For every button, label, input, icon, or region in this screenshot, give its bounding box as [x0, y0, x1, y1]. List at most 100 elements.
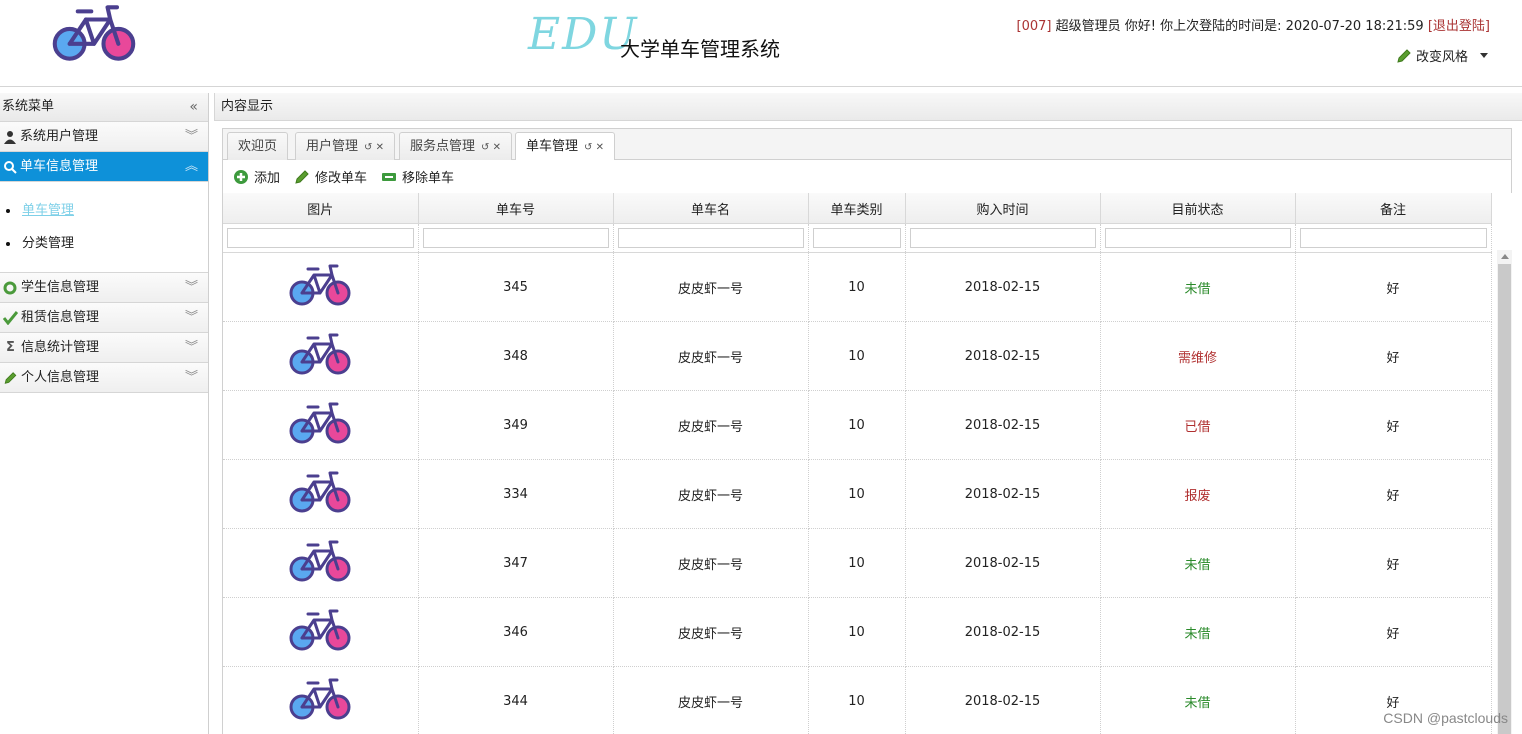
purchase-date-cell: 2018-02-15	[905, 666, 1101, 734]
bike-category-cell: 10	[808, 252, 906, 322]
bike-table: 图片 单车号 单车名 单车类别 购入时间 目前状态 备注 345 皮皮虾一号 10 2…	[223, 193, 1492, 734]
bike-category-cell: 10	[808, 390, 906, 460]
submenu-label[interactable]: 分类管理	[22, 227, 74, 260]
menu-bike-info[interactable]: 单车信息管理 ︽	[0, 152, 208, 182]
filter-input[interactable]	[422, 228, 609, 248]
change-style-dropdown[interactable]: 改变风格	[1396, 46, 1488, 65]
table-row[interactable]: 349 皮皮虾一号 10 2018-02-15 已借好	[223, 390, 1492, 460]
bike-image-cell	[223, 528, 419, 598]
table-row[interactable]: 344 皮皮虾一号 10 2018-02-15 未借好	[223, 666, 1492, 734]
bike-name-cell: 皮皮虾一号	[613, 528, 809, 598]
chevron-down-icon: ︾	[184, 370, 198, 385]
column-header[interactable]: 图片	[223, 193, 419, 224]
bike-image-cell	[223, 666, 419, 734]
content-header: 内容显示	[214, 93, 1522, 121]
sidebar-header: 系统菜单 «	[0, 93, 208, 122]
bike-name-cell: 皮皮虾一号	[613, 390, 809, 460]
filter-input[interactable]	[909, 228, 1096, 248]
table-row[interactable]: 348 皮皮虾一号 10 2018-02-15 需维修好	[223, 321, 1492, 391]
menu-label: 信息统计管理	[21, 340, 100, 355]
tab-refresh-close-icon[interactable]: ↺ ✕	[364, 142, 384, 153]
filter-cell	[223, 223, 419, 253]
menu-system-users[interactable]: 系统用户管理 ︾	[0, 122, 208, 152]
remove-bike-button[interactable]: 移除单车	[381, 167, 454, 186]
tab-welcome[interactable]: 欢迎页	[227, 132, 289, 160]
column-header[interactable]: 购入时间	[905, 193, 1101, 224]
bike-image-icon	[289, 333, 351, 375]
bullet-icon	[6, 208, 10, 213]
tab-users[interactable]: 用户管理 ↺ ✕	[295, 132, 395, 160]
filter-cell	[1295, 223, 1492, 253]
submenu-item-bike[interactable]: 单车管理	[6, 194, 208, 227]
scrollbar-thumb[interactable]	[1498, 264, 1511, 734]
status-cell: 未借	[1100, 597, 1296, 667]
submenu-item-category[interactable]: 分类管理	[6, 227, 208, 260]
system-title: 大学单车管理系统	[620, 37, 780, 61]
vertical-scrollbar[interactable]	[1497, 250, 1512, 734]
tab-bike-management[interactable]: 单车管理 ↺ ✕	[515, 132, 615, 162]
table-row[interactable]: 345 皮皮虾一号 10 2018-02-15 未借好	[223, 252, 1492, 322]
column-header[interactable]: 单车号	[418, 193, 614, 224]
note-cell: 好	[1295, 321, 1492, 391]
filter-input[interactable]	[1104, 228, 1291, 248]
filter-cell	[613, 223, 809, 253]
bike-image-icon	[289, 609, 351, 651]
add-label: 添加	[254, 171, 281, 186]
column-header[interactable]: 备注	[1295, 193, 1492, 224]
table-row[interactable]: 347 皮皮虾一号 10 2018-02-15 未借好	[223, 528, 1492, 598]
bullet-icon	[6, 241, 10, 246]
tab-refresh-close-icon[interactable]: ↺ ✕	[481, 142, 501, 153]
status-cell: 报废	[1100, 459, 1296, 529]
status-cell: 未借	[1100, 528, 1296, 598]
note-cell: 好	[1295, 597, 1492, 667]
chevron-up-icon: ︽	[184, 159, 198, 174]
bike-image-cell	[223, 321, 419, 391]
column-header[interactable]: 单车类别	[808, 193, 906, 224]
logout-link[interactable]: [退出登陆]	[1428, 19, 1490, 34]
filter-row	[223, 223, 1492, 253]
filter-input[interactable]	[812, 228, 901, 248]
tab-label: 用户管理	[306, 139, 359, 154]
column-header[interactable]: 目前状态	[1100, 193, 1296, 224]
menu-rental-info[interactable]: 租赁信息管理 ︾	[0, 303, 208, 333]
tab-service-points[interactable]: 服务点管理 ↺ ✕	[399, 132, 512, 160]
bike-image-cell	[223, 459, 419, 529]
bike-image-cell	[223, 390, 419, 460]
menu-statistics[interactable]: Σ 信息统计管理 ︾	[0, 333, 208, 363]
tab-label: 欢迎页	[238, 139, 278, 154]
bike-image-icon	[289, 540, 351, 582]
status-cell: 已借	[1100, 390, 1296, 460]
filter-input[interactable]	[617, 228, 804, 248]
filter-input[interactable]	[1299, 228, 1487, 248]
header-row: 图片 单车号 单车名 单车类别 购入时间 目前状态 备注	[223, 193, 1492, 224]
note-cell: 好	[1295, 252, 1492, 322]
bike-image-icon	[289, 678, 351, 720]
chevron-down-icon: ︾	[184, 280, 198, 295]
chevron-down-icon: ︾	[184, 310, 198, 325]
column-header[interactable]: 单车名	[613, 193, 809, 224]
collapse-sidebar-icon[interactable]: «	[189, 93, 198, 121]
bike-name-cell: 皮皮虾一号	[613, 252, 809, 322]
menu-student-info[interactable]: 学生信息管理 ︾	[0, 273, 208, 303]
edit-bike-button[interactable]: 修改单车	[294, 167, 367, 186]
check-icon	[3, 310, 18, 325]
note-cell: 好	[1295, 459, 1492, 529]
add-button[interactable]: 添加	[233, 167, 280, 186]
pencil-icon	[1397, 48, 1411, 63]
table-row[interactable]: 334 皮皮虾一号 10 2018-02-15 报废好	[223, 459, 1492, 529]
note-cell: 好	[1295, 390, 1492, 460]
table-row[interactable]: 346 皮皮虾一号 10 2018-02-15 未借好	[223, 597, 1492, 667]
chevron-down-icon: ︾	[184, 340, 198, 355]
pencil-icon	[4, 371, 17, 384]
tab-refresh-close-icon[interactable]: ↺ ✕	[584, 142, 604, 153]
bike-category-cell: 10	[808, 528, 906, 598]
bike-name-cell: 皮皮虾一号	[613, 459, 809, 529]
menu-personal-info[interactable]: 个人信息管理 ︾	[0, 363, 208, 393]
bike-image-icon	[289, 264, 351, 306]
purchase-date-cell: 2018-02-15	[905, 390, 1101, 460]
bike-submenu: 单车管理 分类管理	[0, 182, 208, 273]
scroll-up-arrow-icon[interactable]	[1501, 254, 1509, 259]
greeting-text: 超级管理员 你好! 你上次登陆的时间是:	[1055, 19, 1282, 34]
submenu-label[interactable]: 单车管理	[22, 194, 74, 227]
filter-input[interactable]	[227, 228, 414, 248]
